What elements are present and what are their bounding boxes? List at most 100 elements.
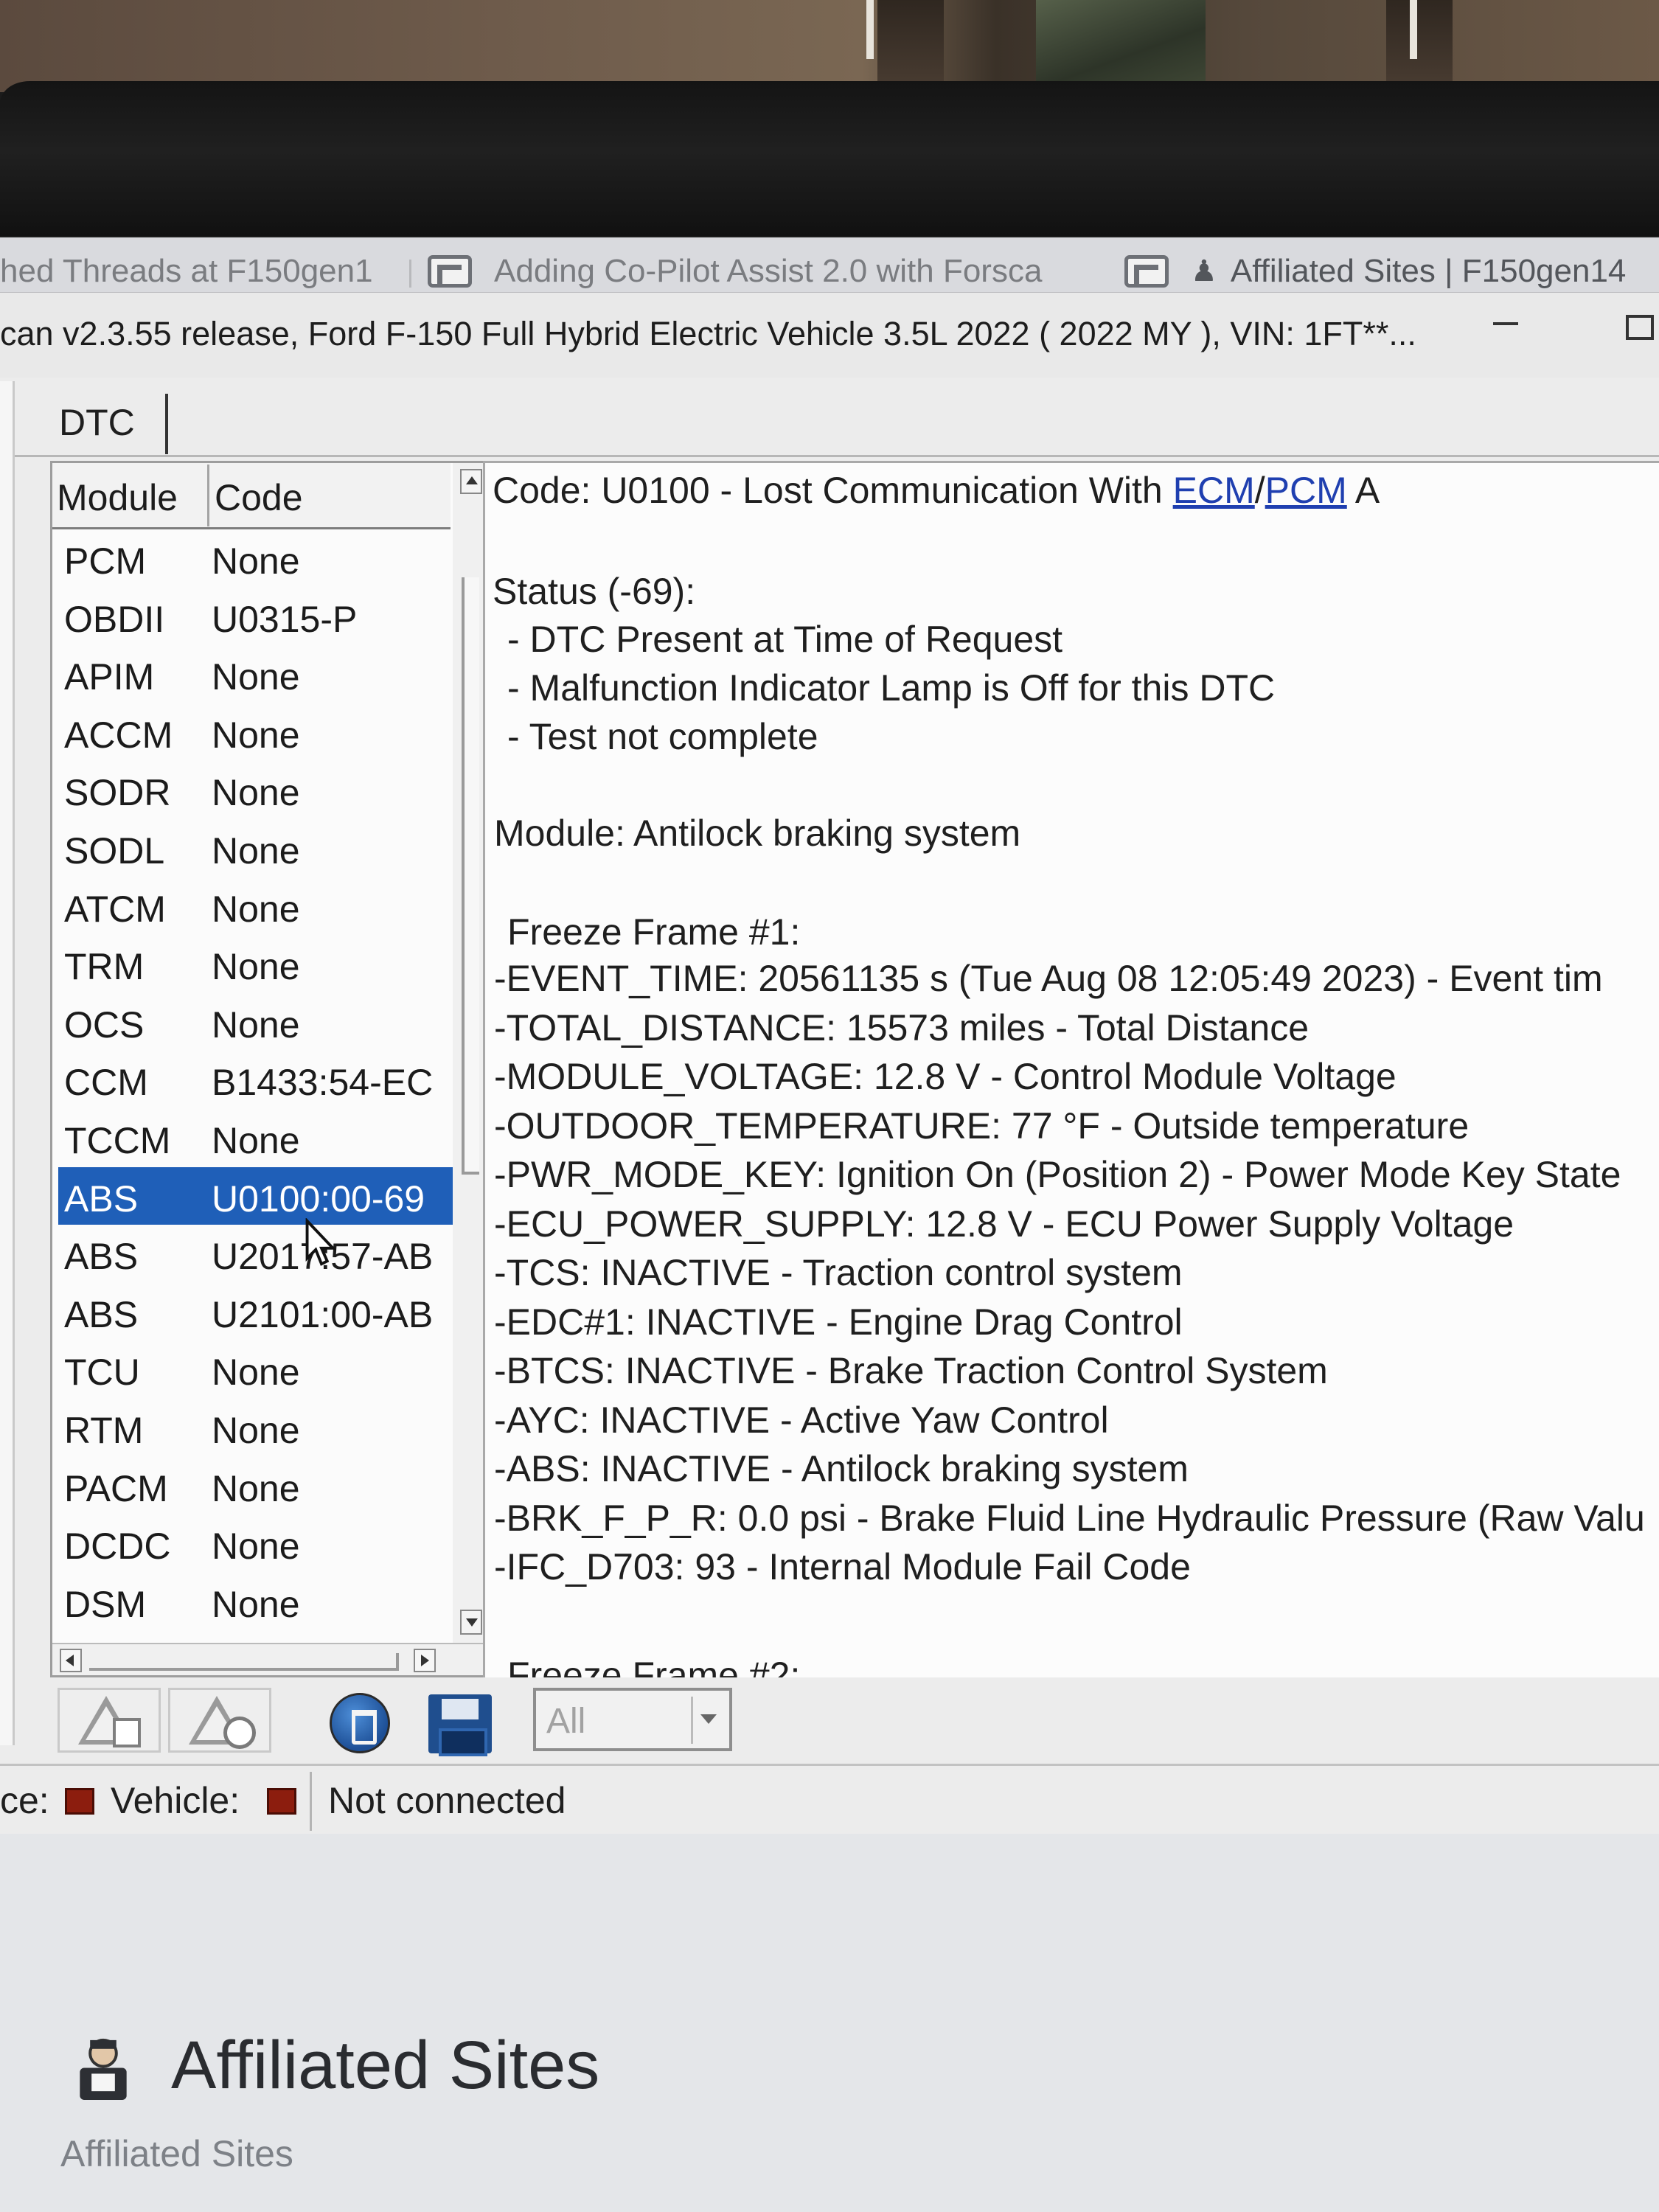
dtc-row[interactable]: ACCM None (52, 703, 451, 762)
affiliated-sites-avatar-icon (80, 2038, 127, 2101)
horizontal-scrollbar[interactable] (52, 1643, 490, 1675)
forum-page: Affiliated Sites Affiliated Sites (0, 1834, 1659, 2212)
ecm-link[interactable]: ECM (1173, 470, 1255, 511)
dtc-module: PACM (64, 1467, 168, 1509)
freeze-frame-item: -OUTDOOR_TEMPERATURE: 77 °F - Outside te… (494, 1105, 1470, 1147)
breadcrumb[interactable]: Affiliated Sites (60, 2132, 293, 2175)
dtc-row[interactable]: ABSU2017:57-AB (52, 1225, 451, 1283)
forum-favicon-icon (1124, 255, 1169, 288)
column-header-code[interactable]: Code (215, 476, 303, 519)
dtc-row[interactable]: SODL None (52, 819, 451, 877)
dtc-code: None (212, 1526, 300, 1568)
dtc-row[interactable]: TCCM None (52, 1109, 451, 1167)
dtc-code: None (212, 1409, 300, 1451)
dtc-row[interactable]: DCDC None (52, 1514, 451, 1573)
code-suffix: A (1346, 470, 1380, 511)
dtc-row[interactable]: DSM None (52, 1573, 451, 1631)
tab-separator (165, 394, 168, 454)
dtc-history-button[interactable] (168, 1688, 271, 1753)
scroll-thumb[interactable] (462, 577, 479, 1175)
tab-separator (409, 260, 411, 288)
dtc-code: U0315-P (212, 598, 358, 640)
forscan-window: can v2.3.55 release, Ford F-150 Full Hyb… (0, 293, 1659, 1834)
browser-tab-label: Affiliated Sites | F150gen14 (1230, 254, 1627, 289)
freeze-frame-2-title: Freeze Frame #2: (507, 1655, 801, 1677)
wall-frame-edge (866, 0, 874, 59)
dtc-module: SODR (64, 772, 171, 814)
dtc-module: SODL (64, 830, 165, 872)
wall-frame-edge (1410, 0, 1417, 59)
dtc-code: None (212, 656, 300, 698)
tab-underline (15, 455, 1659, 457)
maximize-button[interactable] (1626, 315, 1654, 340)
dtc-code: None (212, 830, 300, 872)
dtc-row[interactable]: APIM None (52, 645, 451, 703)
dtc-row[interactable]: ABS U2101:00-AB (52, 1283, 451, 1341)
background-wall (0, 0, 1659, 92)
pcm-link[interactable]: PCM (1265, 470, 1347, 511)
scroll-left-icon[interactable] (60, 1649, 82, 1672)
scroll-up-icon[interactable] (460, 469, 482, 494)
dtc-module: TRM (64, 946, 145, 988)
dtc-code: None (212, 1352, 300, 1394)
dtc-row[interactable]: PACM None (52, 1457, 451, 1515)
dtc-row[interactable]: PCM None (52, 529, 451, 588)
dtc-code: None (212, 1004, 300, 1046)
tab-dtc[interactable]: DTC (59, 401, 135, 444)
dtc-row[interactable]: CCM B1433:54-EC (52, 1051, 451, 1109)
status-item: - Malfunction Indicator Lamp is Off for … (507, 667, 1276, 709)
dtc-row[interactable]: ATCM None (52, 877, 451, 936)
browser-tab[interactable]: Adding Co-Pilot Assist 2.0 with Forsca (428, 254, 1091, 289)
dtc-row[interactable]: TCU None (52, 1340, 451, 1399)
dtc-row[interactable]: SODR None (52, 761, 451, 819)
dtc-row[interactable]: OCS None (52, 993, 451, 1051)
dtc-row[interactable]: RTM None (52, 1399, 451, 1457)
browser-tab-active[interactable]: ♟ Affiliated Sites | F150gen14 (1124, 254, 1659, 289)
scroll-right-icon[interactable] (414, 1649, 436, 1672)
filter-select[interactable]: All (533, 1688, 732, 1751)
dtc-code: None (212, 1583, 300, 1625)
browser-tab-label: Adding Co-Pilot Assist 2.0 with Forsca (494, 254, 1043, 289)
wall-picture (1036, 0, 1206, 87)
read-dtc-button[interactable] (58, 1688, 161, 1753)
dtc-module: TCCM (64, 1119, 171, 1161)
browser-tab[interactable]: hed Threads at F150gen1 (0, 254, 398, 289)
dtc-code: None (212, 714, 300, 756)
dtc-module: DSM (64, 1583, 147, 1625)
connection-status: Not connected (328, 1780, 566, 1821)
dtc-code: None (212, 888, 300, 930)
clock-icon (223, 1717, 256, 1749)
column-header-module[interactable]: Module (57, 476, 178, 519)
minimize-button[interactable] (1493, 322, 1518, 325)
dtc-row[interactable]: TRM None (52, 935, 451, 993)
freeze-frame-item: -MODULE_VOLTAGE: 12.8 V - Control Module… (494, 1056, 1397, 1097)
dtc-module: ABS (64, 1236, 139, 1278)
list-header: Module Code (52, 463, 451, 529)
freeze-frame-item: -AYC: INACTIVE - Active Yaw Control (494, 1399, 1109, 1441)
column-separator[interactable] (207, 465, 209, 526)
horizontal-scroll-thumb[interactable] (89, 1653, 399, 1671)
freeze-frame-item: -EDC#1: INACTIVE - Engine Drag Control (494, 1301, 1183, 1343)
dtc-module: OBDII (64, 598, 165, 640)
chevron-down-icon[interactable] (691, 1697, 723, 1744)
dtc-code: U0100:00-69 (212, 1178, 425, 1220)
dtc-rows: BCCMNonePCMNoneOBDIIU0315-PAPIMNoneACCMN… (52, 501, 458, 1631)
vehicle-label: Vehicle: (111, 1780, 240, 1821)
freeze-frame-item: -PWR_MODE_KEY: Ignition On (Position 2) … (494, 1154, 1621, 1195)
scroll-down-icon[interactable] (460, 1610, 482, 1635)
status-title: Status (-69): (493, 571, 696, 612)
interface-label: ce: (0, 1780, 49, 1821)
dtc-row[interactable]: OBDII U0315-P (52, 588, 451, 646)
status-bar: ce: Vehicle: Not connected (0, 1764, 1659, 1834)
dtc-code: None (212, 772, 300, 814)
clear-dtc-button[interactable] (301, 1688, 404, 1753)
dtc-list[interactable]: BCCMNonePCMNoneOBDIIU0315-PAPIMNoneACCMN… (50, 461, 493, 1677)
freeze-frame-item: -EVENT_TIME: 20561135 s (Tue Aug 08 12:0… (494, 958, 1603, 999)
dtc-row-selected[interactable]: ABS U0100:00-69 (58, 1166, 458, 1225)
browser-tab-label: hed Threads at F150gen1 (0, 254, 373, 289)
status-separator (310, 1772, 312, 1831)
dtc-code: B1433:54-EC (212, 1062, 434, 1104)
save-button[interactable] (411, 1688, 515, 1756)
dtc-module: ACCM (64, 714, 173, 756)
dtc-module: DCDC (64, 1526, 171, 1568)
